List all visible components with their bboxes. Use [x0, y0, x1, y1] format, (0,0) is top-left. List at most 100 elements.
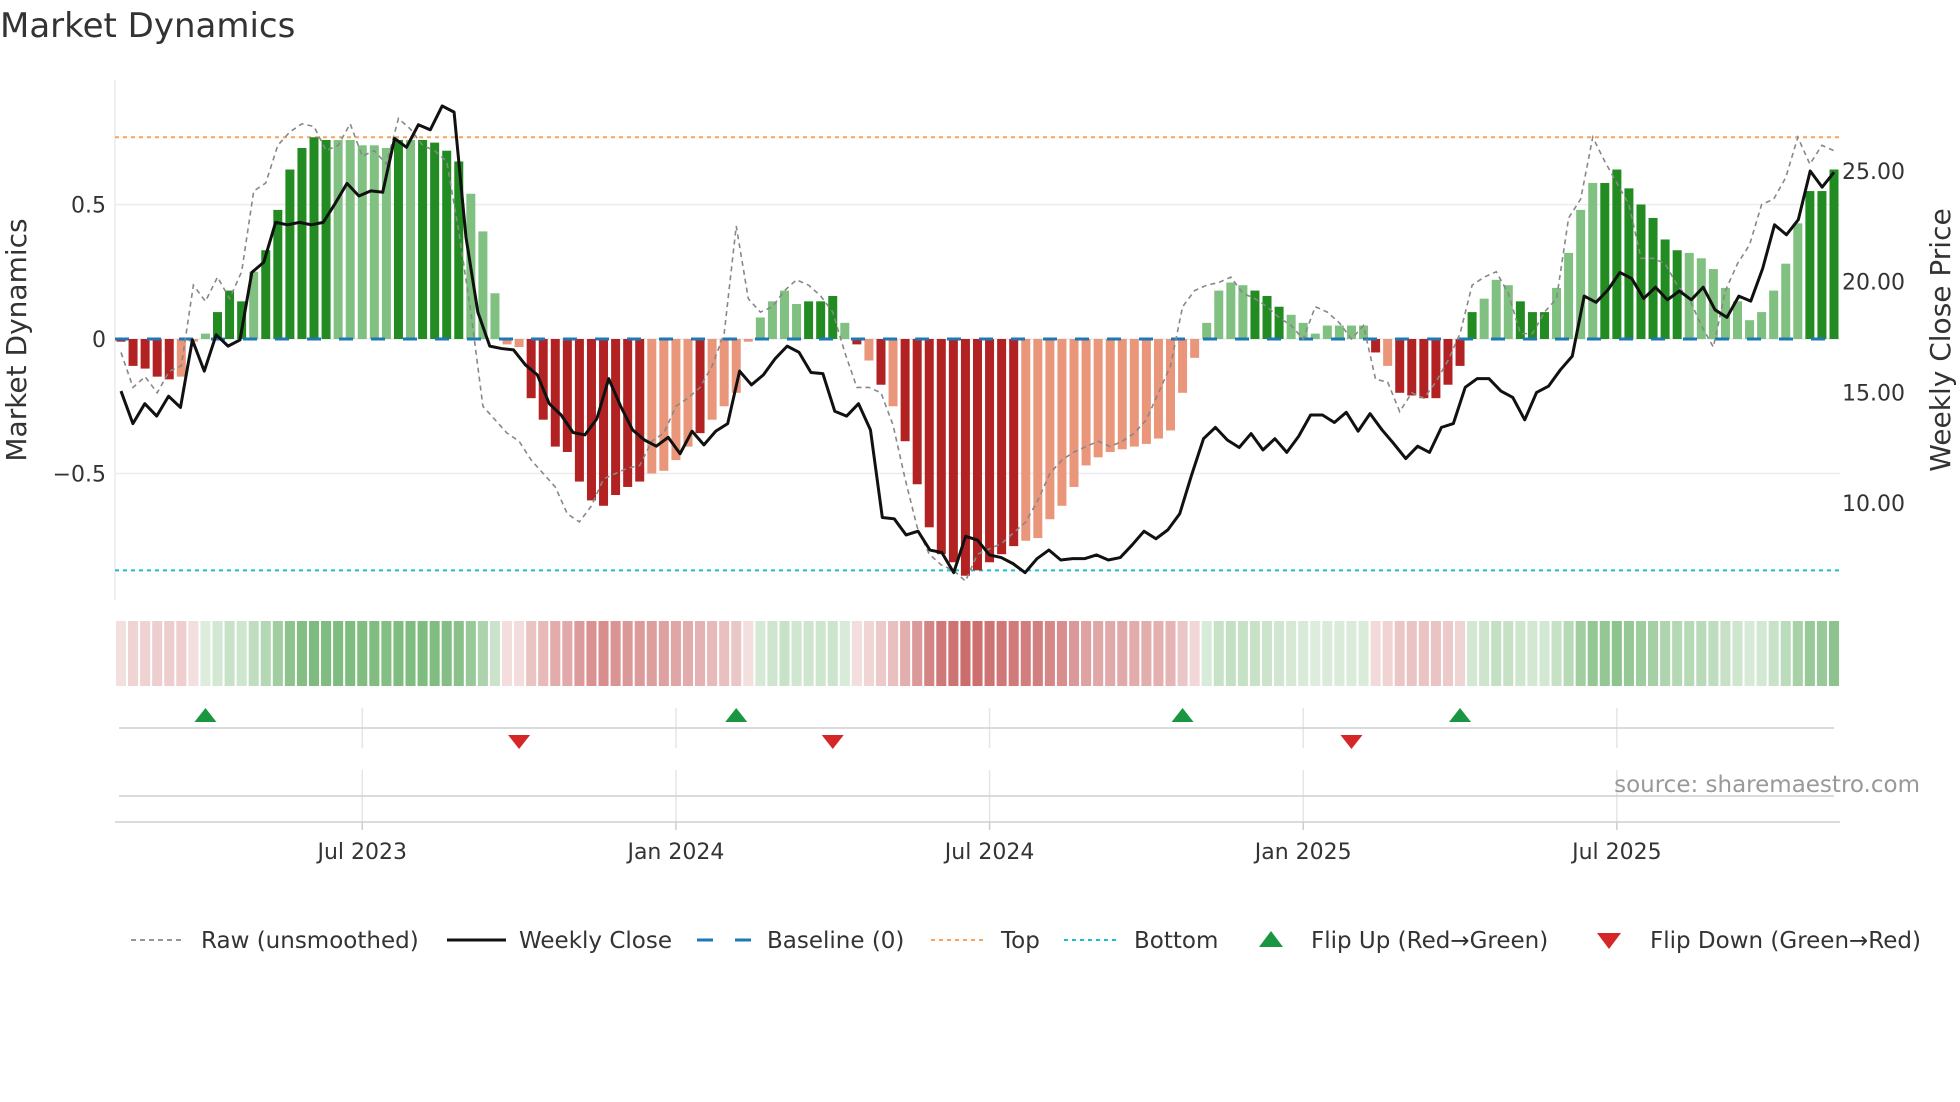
regime-strip-cell — [827, 621, 838, 686]
regime-strip-cell — [1165, 621, 1176, 686]
momentum-bar — [1829, 169, 1839, 339]
y-axis-label: Market Dynamics — [0, 218, 33, 461]
regime-strip-cell — [1551, 621, 1562, 686]
momentum-bar — [1033, 339, 1043, 539]
regime-strip-cell — [1491, 621, 1502, 686]
momentum-bar — [659, 339, 669, 471]
momentum-bar — [1009, 339, 1019, 547]
legend-label: Bottom — [1134, 928, 1218, 954]
regime-strip-cell — [526, 621, 537, 686]
legend-label: Baseline (0) — [767, 928, 904, 954]
momentum-bar — [1805, 191, 1815, 339]
momentum-bar — [1238, 285, 1248, 339]
momentum-bar — [1105, 339, 1115, 452]
regime-strip-cell — [1635, 621, 1647, 686]
regime-strip-cell — [369, 621, 380, 686]
flip-down-marker — [1340, 735, 1363, 749]
momentum-bar — [1757, 312, 1767, 339]
regime-strip-cell — [1527, 621, 1538, 686]
regime-strip-cell — [948, 621, 959, 686]
momentum-bar — [1407, 339, 1417, 396]
regime-strip-cell — [1310, 621, 1321, 686]
regime-strip-cell — [357, 621, 368, 686]
market-dynamics-chart: 0.5 0 −0.5 25.00 20.00 15.00 10.00 Market Dynam… — [0, 80, 1957, 954]
momentum-bar — [285, 169, 295, 339]
momentum-bar — [767, 301, 777, 339]
regime-strip-cell — [1539, 621, 1550, 686]
regime-strip-cell — [755, 621, 766, 686]
regime-strip-cell — [1394, 621, 1405, 686]
legend-label: Raw (unsmoothed) — [201, 928, 419, 954]
regime-strip-cell — [972, 621, 983, 686]
momentum-bar — [948, 339, 958, 563]
regime-strip-cell — [441, 621, 452, 686]
regime-strip-cell — [200, 621, 211, 686]
regime-strip-cell — [128, 621, 139, 686]
regime-strip-cell — [839, 621, 850, 686]
momentum-bar — [1202, 322, 1212, 339]
regime-strip-cell — [1756, 621, 1767, 686]
regime-strip-cell — [1213, 621, 1224, 686]
regime-strip-cell — [707, 621, 718, 686]
regime-strip-cell — [863, 621, 874, 686]
regime-strip-cell — [1322, 621, 1333, 686]
momentum-bar — [1166, 339, 1176, 431]
regime-strip-cell — [1105, 621, 1116, 686]
regime-strip-cell — [284, 621, 295, 686]
momentum-bar — [1117, 339, 1127, 450]
regime-strip-cell — [984, 621, 995, 686]
regime-strip-cell — [188, 621, 199, 686]
regime-strip-cell — [224, 621, 235, 686]
momentum-bar — [985, 339, 995, 563]
momentum-bar — [997, 339, 1007, 555]
momentum-bar — [321, 139, 331, 339]
momentum-bar — [442, 150, 452, 339]
regime-strip-cell — [1479, 621, 1490, 686]
regime-strip-cell — [501, 621, 513, 686]
regime-strip-cell — [550, 621, 561, 686]
regime-strip-cell — [1081, 621, 1092, 686]
y2-tick-label: 25.00 — [1842, 160, 1905, 185]
regime-strip-cell — [321, 621, 332, 686]
y2-tick-label: 10.00 — [1842, 492, 1905, 517]
momentum-bar — [900, 339, 910, 442]
regime-strip-cell — [1816, 621, 1827, 686]
regime-strip-cell — [888, 621, 899, 686]
regime-strip-cell — [465, 621, 476, 686]
legend-label: Flip Down (Green→Red) — [1650, 928, 1921, 954]
regime-strip-cell — [1286, 621, 1297, 686]
regime-strip-cell — [562, 621, 573, 686]
momentum-bar — [369, 145, 379, 339]
flip-up-marker — [1449, 708, 1472, 722]
regime-strip-cell — [1032, 621, 1043, 686]
momentum-bar — [345, 139, 355, 339]
momentum-bar — [1479, 298, 1489, 339]
momentum-bar — [1564, 252, 1574, 339]
regime-strip-cell — [815, 621, 826, 686]
regime-strip-cell — [1720, 621, 1731, 686]
momentum-bar — [1431, 339, 1441, 399]
regime-strip-cell — [1623, 621, 1634, 686]
x-tick-label: Jul 2024 — [943, 840, 1035, 865]
regime-strip-cell — [779, 621, 790, 686]
momentum-bar — [1359, 325, 1369, 339]
regime-strip-cell — [1068, 621, 1080, 686]
regime-strip-cell — [610, 621, 621, 686]
y2-axis-label: Weekly Close Price — [1924, 208, 1957, 471]
momentum-bar — [936, 339, 946, 555]
regime-strip-cell — [333, 621, 344, 686]
regime-strip-cell — [1780, 621, 1791, 686]
momentum-bar — [1467, 312, 1477, 339]
momentum-bar — [864, 339, 874, 361]
regime-strip-cell — [1455, 621, 1466, 686]
y-tick-label: 0.5 — [71, 194, 106, 219]
regime-strip-cell — [1008, 621, 1019, 686]
momentum-bar — [164, 339, 174, 380]
momentum-bar — [1793, 223, 1803, 339]
regime-strip-cell — [1442, 621, 1454, 686]
momentum-bar — [888, 339, 898, 407]
x-tick-label: Jul 2025 — [1570, 840, 1662, 865]
regime-strip-cell — [1792, 621, 1803, 686]
regime-strip-cell — [1129, 621, 1140, 686]
regime-strip-cell — [1093, 621, 1104, 686]
